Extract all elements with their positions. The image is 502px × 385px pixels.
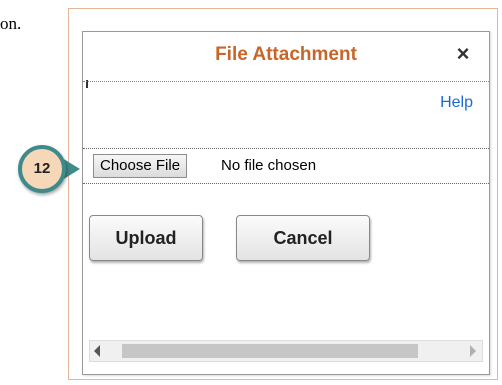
step-number-badge: 12 [18,145,66,193]
file-input-row: Choose File No file chosen [83,148,489,184]
file-status-text: No file chosen [221,157,317,174]
close-icon[interactable]: × [451,41,475,67]
choose-file-button[interactable]: Choose File [93,154,188,178]
scrollbar-thumb[interactable] [122,344,418,358]
horizontal-scrollbar[interactable] [89,340,483,362]
dialog-titlebar: File Attachment × [83,32,489,76]
document-text-fragment: on. [0,14,22,33]
help-link[interactable]: Help [440,94,473,112]
dialog-title: File Attachment [215,44,357,65]
file-attachment-dialog: File Attachment × Help Choose File No fi… [82,31,490,375]
scroll-left-arrow-icon[interactable] [94,345,100,357]
upload-button[interactable]: Upload [89,215,203,261]
title-divider [83,81,489,82]
cancel-button[interactable]: Cancel [236,215,370,261]
scroll-right-arrow-icon[interactable] [470,345,476,357]
